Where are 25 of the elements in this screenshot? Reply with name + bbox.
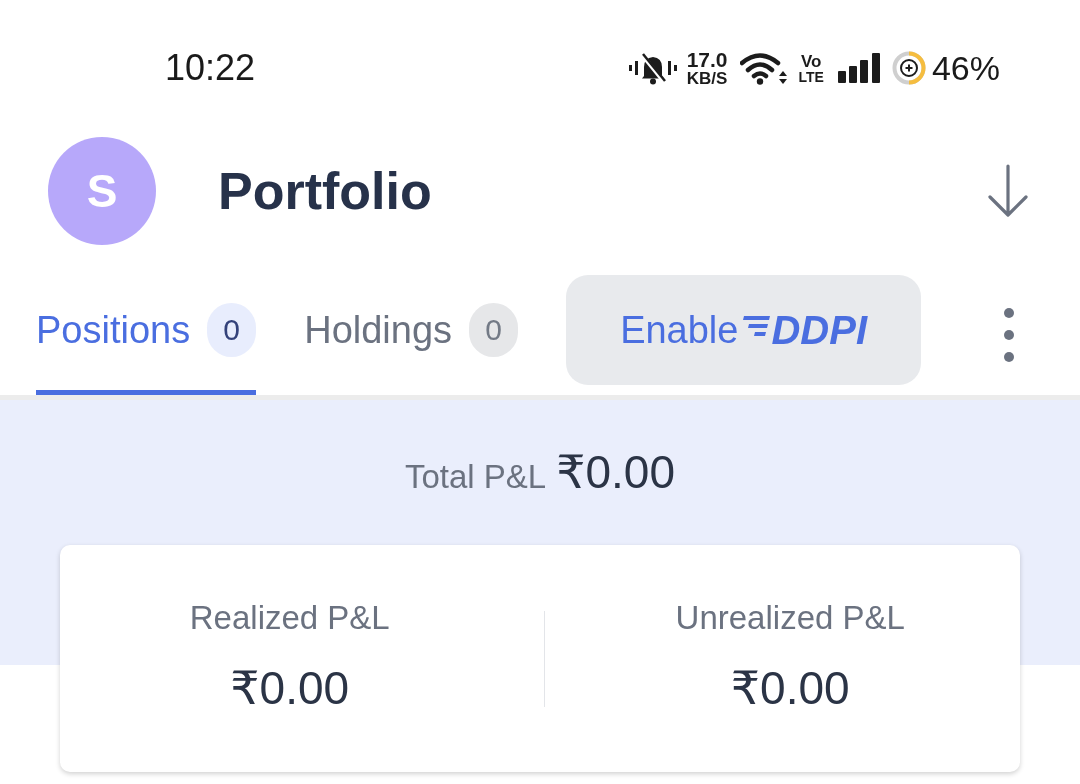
count-badge: 0 <box>207 303 257 357</box>
tab[interactable]: Positions 0 <box>36 275 257 395</box>
pnl-value: ₹0.00 <box>230 661 350 716</box>
page-title: Portfolio <box>218 161 432 222</box>
more-options-icon[interactable] <box>1002 306 1016 364</box>
battery-percent: 46% <box>931 48 1000 88</box>
pnl-value: ₹0.00 <box>730 661 850 716</box>
pnl-label: Realized P&L <box>189 598 390 638</box>
muted-bell-icon <box>628 51 677 85</box>
network-type-label: Vo <box>801 52 822 70</box>
count-badge: 0 <box>469 303 519 357</box>
speed-lines-icon <box>740 316 771 338</box>
pnl-label: Unrealized P&L <box>675 598 905 638</box>
total-pnl-value: ₹0.00 <box>556 445 675 499</box>
network-type-label: LTE <box>798 69 824 84</box>
wifi-icon <box>739 51 787 85</box>
status-time: 10:22 <box>165 48 256 88</box>
network-speed-unit: KB/S <box>686 70 728 87</box>
total-pnl-label: Total P&L <box>404 458 547 496</box>
battery-ring-icon <box>891 51 926 85</box>
down-arrow-icon[interactable] <box>986 164 1030 218</box>
enable-ddpi-button[interactable]: Enable DDPI <box>566 275 922 385</box>
signal-bars-icon <box>837 53 880 83</box>
network-speed-value: 17.0 <box>686 49 728 70</box>
tab[interactable]: Holdings 0 <box>304 275 519 395</box>
